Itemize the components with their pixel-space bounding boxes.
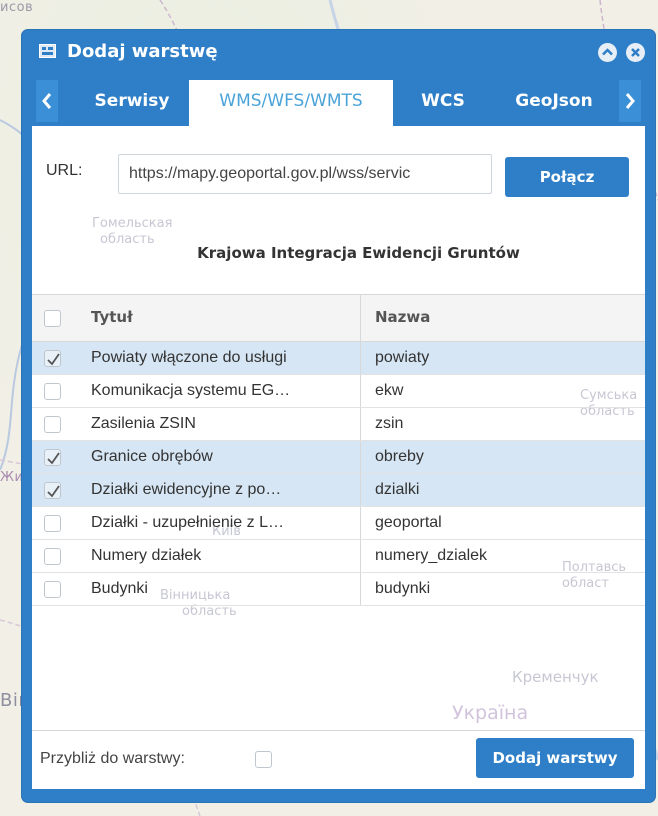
row-checkbox[interactable] — [44, 515, 61, 532]
row-title: Numery działek — [91, 547, 202, 564]
chevron-up-icon[interactable] — [598, 43, 617, 62]
column-header-title[interactable]: Tytuł — [91, 308, 133, 326]
column-divider — [360, 474, 361, 506]
table-header: Tytuł Nazwa — [32, 294, 645, 342]
url-label: URL: — [46, 162, 83, 179]
table-row[interactable]: Zasilenia ZSIN zsin — [32, 408, 645, 441]
dialog-titlebar[interactable]: Dodaj warstwę — [22, 30, 655, 74]
row-checkbox[interactable] — [44, 548, 61, 565]
row-title: Komunikacja systemu EG… — [91, 382, 291, 399]
row-checkbox[interactable] — [44, 350, 61, 367]
tab-geojson[interactable]: GeoJson — [492, 80, 616, 122]
table-row[interactable]: Numery działek numery_dzialek — [32, 540, 645, 573]
row-name: ekw — [375, 382, 404, 399]
zoom-to-layer-label: Przybliż do warstwy: — [40, 750, 185, 767]
column-divider — [360, 573, 361, 605]
map-ghost-gomel-1: Гомельская — [92, 216, 173, 231]
column-divider — [360, 342, 361, 374]
close-icon[interactable] — [626, 43, 645, 62]
row-checkbox[interactable] — [44, 383, 61, 400]
row-name: powiaty — [375, 349, 430, 366]
zoom-to-layer-checkbox[interactable] — [255, 751, 272, 768]
service-title: Krajowa Integracja Ewidencji Gruntów — [197, 244, 520, 262]
row-checkbox[interactable] — [44, 449, 61, 466]
layers-icon — [39, 44, 56, 58]
tab-serwisy[interactable]: Serwisy — [77, 80, 187, 122]
tab-wms-wfs-wmts[interactable]: WMS/WFS/WMTS — [189, 80, 393, 126]
table-row[interactable]: Działki ewidencyjne z po… dzialki — [32, 474, 645, 507]
row-name: budynki — [375, 580, 431, 597]
tab-scroll-left-button[interactable] — [36, 80, 58, 122]
column-divider — [360, 375, 361, 407]
table-row[interactable]: Granice obrębów obreby — [32, 441, 645, 474]
row-name: geoportal — [375, 514, 442, 531]
row-title: Granice obrębów — [91, 448, 213, 465]
row-title: Powiaty włączone do usługi — [91, 349, 287, 366]
row-name: obreby — [375, 448, 424, 465]
map-label-top-left: исов — [0, 0, 34, 15]
layers-table: Tytuł Nazwa Powiaty włączone do usługi po… — [32, 294, 645, 606]
dialog-title: Dodaj warstwę — [67, 41, 218, 62]
table-row[interactable]: Działki - uzupełnienie z L… geoportal — [32, 507, 645, 540]
row-title: Działki - uzupełnienie z L… — [91, 514, 284, 531]
row-title: Działki ewidencyjne z po… — [91, 481, 282, 498]
tab-panel-wms: Гомельская область Сумська область Київ … — [32, 126, 645, 789]
tab-scroll-right-button[interactable] — [619, 80, 641, 122]
row-title: Budynki — [91, 580, 148, 597]
column-divider — [360, 408, 361, 440]
column-header-name[interactable]: Nazwa — [375, 308, 430, 326]
row-checkbox[interactable] — [44, 482, 61, 499]
row-name: zsin — [375, 415, 404, 432]
table-row[interactable]: Budynki budynki — [32, 573, 645, 606]
connect-button[interactable]: Połącz — [505, 157, 629, 197]
map-ghost-vinnytska-2: область — [182, 604, 237, 619]
row-title: Zasilenia ZSIN — [91, 415, 196, 432]
map-ghost-kremenchuk: Кременчук — [512, 668, 599, 686]
map-ghost-ukraine: Україна — [452, 702, 529, 724]
row-name: numery_dzialek — [375, 547, 488, 564]
column-divider — [360, 507, 361, 539]
add-layer-dialog: Dodaj warstwę Serwisy WMS/WFS/WMTS WCS G… — [22, 30, 655, 802]
table-row[interactable]: Powiaty włączone do usługi powiaty — [32, 342, 645, 375]
dialog-footer: Przybliż do warstwy: Dodaj warstwy — [32, 730, 645, 789]
row-name: dzialki — [375, 481, 420, 498]
tab-wcs[interactable]: WCS — [396, 80, 490, 122]
column-divider — [360, 295, 361, 341]
row-checkbox[interactable] — [44, 416, 61, 433]
tab-bar: Serwisy WMS/WFS/WMTS WCS GeoJson — [22, 76, 655, 126]
table-row[interactable]: Komunikacja systemu EG… ekw — [32, 375, 645, 408]
add-layers-button[interactable]: Dodaj warstwy — [476, 738, 634, 778]
row-checkbox[interactable] — [44, 581, 61, 598]
url-input[interactable] — [118, 154, 492, 194]
select-all-checkbox[interactable] — [44, 310, 61, 327]
column-divider — [360, 540, 361, 572]
column-divider — [360, 441, 361, 473]
